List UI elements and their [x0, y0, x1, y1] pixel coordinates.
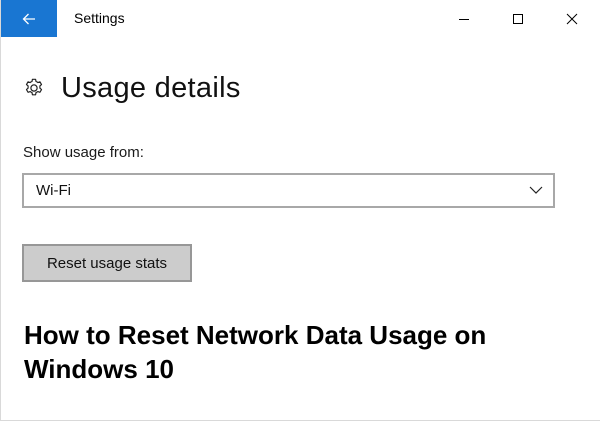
maximize-icon	[513, 13, 523, 24]
window-title: Settings	[74, 10, 125, 26]
gear-icon	[25, 78, 43, 96]
dropdown-selected-value: Wi-Fi	[36, 182, 71, 199]
reset-usage-stats-button[interactable]: Reset usage stats	[22, 244, 192, 282]
maximize-button[interactable]	[492, 0, 544, 37]
back-arrow-icon	[22, 13, 35, 24]
close-icon	[566, 13, 578, 24]
close-button[interactable]	[546, 0, 598, 37]
back-button[interactable]	[1, 0, 57, 37]
chevron-down-icon	[529, 186, 543, 194]
page-header: Usage details	[23, 68, 241, 108]
title-bar: Settings	[1, 0, 600, 37]
page-title: Usage details	[61, 71, 241, 104]
usage-source-dropdown[interactable]: Wi-Fi	[22, 173, 555, 208]
show-usage-label: Show usage from:	[23, 144, 144, 161]
settings-window: Settings Usage details Show usage from: …	[0, 0, 600, 421]
minimize-icon	[459, 18, 469, 20]
minimize-button[interactable]	[438, 0, 490, 37]
article-caption: How to Reset Network Data Usage on Windo…	[24, 320, 487, 384]
